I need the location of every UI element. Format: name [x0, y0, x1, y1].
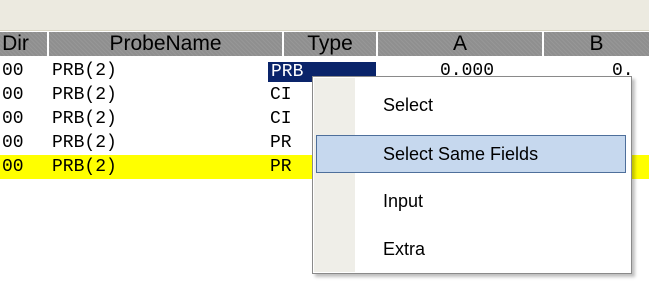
dir-cell: 00 [2, 157, 24, 177]
toolbar-strip [0, 0, 649, 31]
dir-cell: 00 [2, 61, 24, 81]
menu-item-input[interactable]: Input [316, 182, 626, 220]
context-menu: Select Select Same Fields Input Extra [312, 76, 632, 274]
column-header-b[interactable]: B [544, 32, 649, 56]
probename-cell: PRB(2) [52, 85, 117, 105]
dir-cell: 00 [2, 133, 24, 153]
menu-item-select-same-fields[interactable]: Select Same Fields [316, 135, 626, 173]
dir-cell: 00 [2, 109, 24, 129]
column-header-probename[interactable]: ProbeName [49, 32, 282, 56]
menu-item-extra[interactable]: Extra [316, 230, 626, 268]
column-header-a[interactable]: A [378, 32, 542, 56]
menu-item-select[interactable]: Select [316, 86, 626, 124]
probename-cell: PRB(2) [52, 157, 117, 177]
probename-cell: PRB(2) [52, 109, 117, 129]
grid-header: Dir ProbeName Type A B [0, 31, 649, 57]
dir-cell: 00 [2, 85, 24, 105]
column-header-type[interactable]: Type [284, 32, 376, 56]
probename-cell: PRB(2) [52, 61, 117, 81]
probename-cell: PRB(2) [52, 133, 117, 153]
column-header-dir[interactable]: Dir [0, 32, 47, 56]
